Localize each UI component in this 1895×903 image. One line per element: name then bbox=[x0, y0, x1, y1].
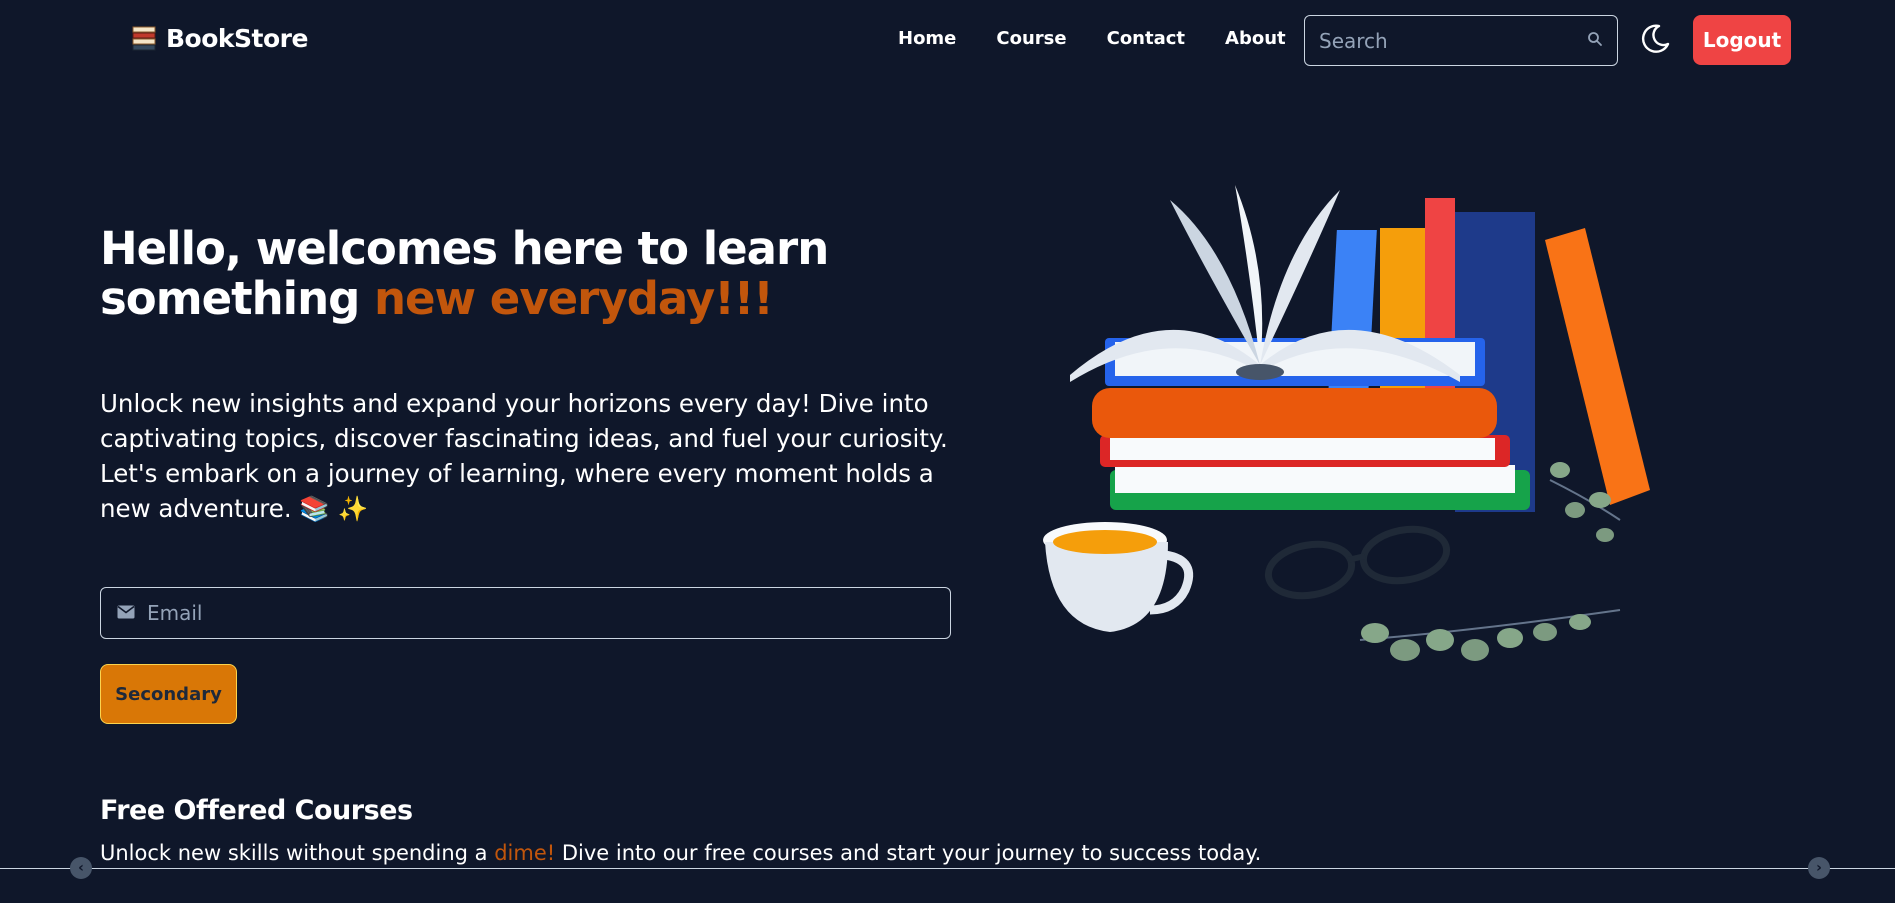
logout-button[interactable]: Logout bbox=[1693, 15, 1791, 65]
page: BookStore Home Course Contact About Logo… bbox=[0, 0, 1895, 903]
email-input[interactable] bbox=[147, 601, 934, 625]
brand-logo[interactable]: BookStore bbox=[132, 24, 308, 53]
nav-links: Home Course Contact About bbox=[898, 28, 1286, 49]
envelope-icon bbox=[117, 604, 135, 623]
email-field bbox=[100, 587, 951, 639]
navbar: BookStore Home Course Contact About Logo… bbox=[0, 0, 1895, 80]
nav-link-home[interactable]: Home bbox=[898, 28, 956, 49]
carousel-next-icon[interactable]: › bbox=[1808, 857, 1830, 879]
nav-link-about[interactable]: About bbox=[1225, 28, 1286, 49]
search-input[interactable] bbox=[1319, 28, 1587, 53]
hero-title-accent: new everyday!!! bbox=[374, 272, 774, 325]
carousel-prev-icon[interactable]: ‹ bbox=[70, 857, 92, 879]
hero-title: Hello, welcomes here to learn something … bbox=[100, 224, 880, 324]
books-illustration bbox=[1043, 185, 1650, 661]
courses-section-title: Free Offered Courses bbox=[100, 795, 413, 826]
hero-description: Unlock new insights and expand your hori… bbox=[100, 389, 948, 523]
books-stack-icon bbox=[132, 25, 156, 53]
courses-section-description: Unlock new skills without spending a dim… bbox=[100, 841, 1261, 865]
secondary-button[interactable]: Secondary bbox=[100, 664, 237, 724]
brand-name: BookStore bbox=[166, 24, 308, 53]
search-box bbox=[1304, 15, 1618, 66]
search-icon[interactable] bbox=[1587, 31, 1603, 51]
courses-desc-before: Unlock new skills without spending a bbox=[100, 841, 495, 865]
moon-icon[interactable] bbox=[1638, 22, 1672, 56]
nav-link-course[interactable]: Course bbox=[996, 28, 1066, 49]
nav-link-contact[interactable]: Contact bbox=[1107, 28, 1185, 49]
courses-desc-after: Dive into our free courses and start you… bbox=[555, 841, 1262, 865]
section-divider bbox=[0, 868, 1895, 869]
courses-desc-accent: dime! bbox=[494, 841, 556, 865]
